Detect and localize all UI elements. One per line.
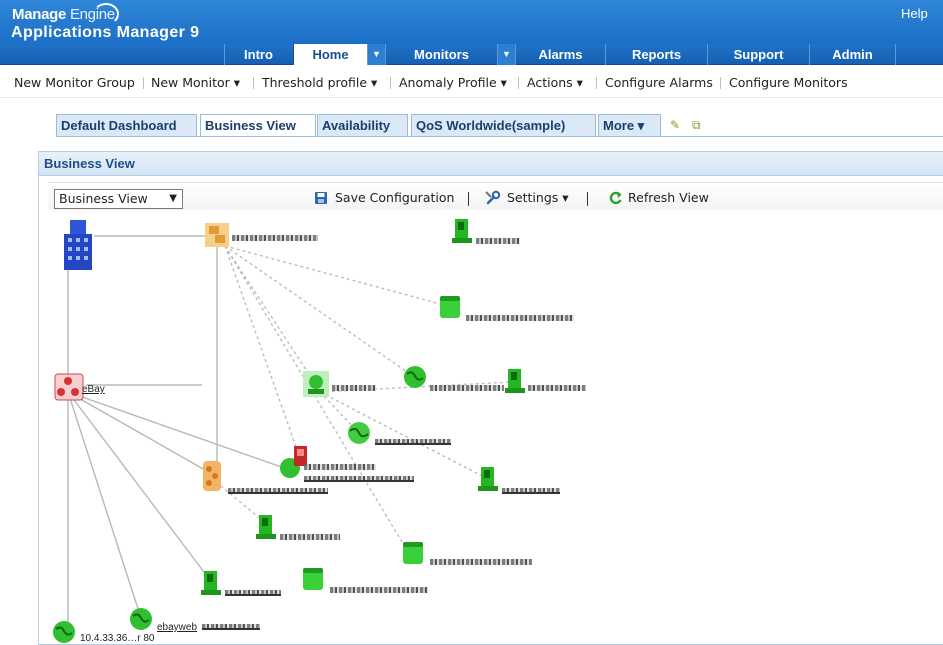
ebay-label[interactable]: eBay — [82, 384, 105, 395]
group-label[interactable] — [232, 233, 318, 244]
menu-divider — [720, 77, 721, 89]
configure-alarms-link[interactable]: Configure Alarms — [605, 75, 713, 90]
refresh-view-button[interactable]: Refresh View — [628, 190, 709, 205]
app-header: Manage Engine Applications Manager 9 Hel… — [0, 0, 943, 44]
tab-default-dashboard[interactable]: Default Dashboard — [56, 114, 197, 136]
ebayweb-label-extra[interactable] — [202, 622, 260, 633]
url-monitor-label[interactable] — [430, 383, 504, 394]
server-icon[interactable] — [254, 514, 278, 540]
menu-divider — [596, 77, 597, 89]
save-configuration-button[interactable]: Save Configuration — [335, 190, 454, 205]
new-monitor-group-link[interactable]: New Monitor Group — [14, 75, 135, 90]
sub-group-label[interactable] — [228, 486, 328, 497]
nav-intro[interactable]: Intro — [224, 44, 292, 65]
logo-arc-icon — [93, 3, 119, 25]
server-icon[interactable] — [503, 368, 527, 394]
brand-top: Manage — [12, 6, 67, 23]
app-node-label[interactable] — [332, 383, 376, 394]
server-label[interactable] — [225, 588, 281, 599]
tab-availability[interactable]: Availability — [317, 114, 408, 136]
server-label[interactable] — [528, 383, 586, 394]
database-icon[interactable] — [400, 540, 426, 566]
floppy-disk-icon — [315, 192, 327, 204]
menu-divider — [253, 77, 254, 89]
new-monitor-menu[interactable]: New Monitor ▾ — [151, 75, 240, 90]
tab-baseline — [56, 136, 943, 137]
business-building-icon[interactable] — [62, 218, 94, 272]
server-label[interactable] — [280, 532, 340, 543]
ebayweb-label[interactable]: ebayweb — [157, 622, 197, 633]
globe-icon[interactable] — [346, 420, 372, 446]
nav-alarms[interactable]: Alarms — [515, 44, 605, 65]
server-label[interactable] — [476, 236, 520, 247]
critical-node-sublabel[interactable] — [304, 474, 414, 485]
nav-home[interactable]: Home — [293, 44, 367, 65]
database-label[interactable] — [330, 585, 428, 596]
database-icon[interactable] — [300, 566, 326, 592]
configure-monitors-link[interactable]: Configure Monitors — [729, 75, 848, 90]
nav-support[interactable]: Support — [707, 44, 809, 65]
actions-menu[interactable]: Actions ▾ — [527, 75, 583, 90]
ip-node-label[interactable]: 10.4.33.36…r 80 — [80, 633, 155, 644]
nav-spacer — [895, 44, 943, 65]
edit-tabs-icon[interactable]: ✎ — [670, 118, 680, 132]
view-select[interactable]: Business View ▼ — [54, 189, 183, 209]
view-select-value: Business View — [59, 191, 148, 206]
tab-business-view[interactable]: Business View — [200, 114, 316, 137]
monitor-group-icon[interactable] — [204, 222, 230, 248]
tab-more[interactable]: More ▾ — [598, 114, 661, 136]
panel-header: Business View — [39, 152, 943, 176]
toolbar-divider — [587, 192, 588, 206]
tab-qos-worldwide[interactable]: QoS Worldwide(sample) — [411, 114, 596, 136]
nav-reports[interactable]: Reports — [605, 44, 707, 65]
popout-icon[interactable]: ⧉ — [692, 118, 701, 133]
menu-divider — [518, 77, 519, 89]
nav-monitors[interactable]: Monitors — [385, 44, 497, 65]
server-icon[interactable] — [476, 466, 500, 492]
server-label[interactable] — [502, 486, 560, 497]
threshold-profile-menu[interactable]: Threshold profile ▾ — [262, 75, 377, 90]
application-node-icon[interactable] — [302, 370, 330, 398]
globe-node-label[interactable] — [375, 437, 451, 448]
nav-home-dropdown-icon[interactable]: ▼ — [367, 44, 385, 65]
wrench-icon — [485, 190, 501, 205]
main-nav: Intro Home ▼ Monitors ▼ Alarms Reports S… — [0, 44, 943, 65]
sub-group-icon[interactable] — [200, 460, 224, 492]
server-icon[interactable] — [450, 218, 474, 244]
business-view-panel: Business View — [38, 151, 943, 645]
settings-menu[interactable]: Settings ▾ — [507, 190, 569, 205]
ebay-group-icon[interactable] — [54, 373, 84, 401]
database-label[interactable] — [430, 557, 532, 568]
server-icon[interactable] — [199, 570, 223, 596]
database-label[interactable] — [466, 313, 574, 324]
chevron-down-icon: ▼ — [169, 193, 177, 204]
menu-divider — [390, 77, 391, 89]
sub-menu: New Monitor Group New Monitor ▾ Threshol… — [0, 66, 943, 98]
anomaly-profile-menu[interactable]: Anomaly Profile ▾ — [399, 75, 507, 90]
globe-icon[interactable] — [51, 619, 77, 645]
help-link[interactable]: Help — [901, 6, 928, 21]
toolbar-divider — [468, 192, 469, 206]
globe-icon[interactable] — [402, 364, 428, 390]
critical-node-label[interactable] — [304, 462, 376, 473]
menu-divider — [143, 77, 144, 89]
nav-admin[interactable]: Admin — [809, 44, 895, 65]
nav-monitors-dropdown-icon[interactable]: ▼ — [497, 44, 515, 65]
panel-title: Business View — [44, 156, 135, 171]
app-title: Applications Manager 9 — [11, 24, 200, 41]
globe-icon[interactable] — [128, 606, 154, 632]
refresh-icon — [609, 191, 622, 205]
database-icon[interactable] — [437, 294, 463, 320]
